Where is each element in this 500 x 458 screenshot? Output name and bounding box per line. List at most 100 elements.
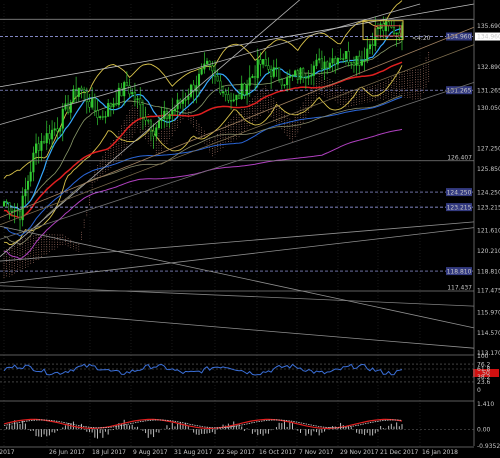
candle-body <box>395 32 398 35</box>
candle-body <box>104 116 107 118</box>
candle-body <box>187 96 190 100</box>
candle-body <box>355 55 358 66</box>
candle-body <box>342 58 345 60</box>
osc1-tick-label: 61.8 <box>477 366 491 373</box>
candle-body <box>240 83 243 99</box>
candle-body <box>366 48 369 61</box>
candle-body <box>272 67 275 77</box>
candle-body <box>2 201 6 207</box>
candle-body <box>32 152 35 173</box>
candle-body <box>288 76 291 78</box>
candle-body <box>144 117 147 121</box>
price-tick-label: 123.215 <box>477 204 500 211</box>
candle-body <box>398 32 401 39</box>
level-line-label: 117.437 <box>447 285 472 292</box>
candle-body <box>219 80 222 94</box>
candle-body <box>131 92 134 95</box>
candle-body <box>352 62 355 66</box>
candle-body <box>294 70 297 76</box>
price-tick-label: 125.850 <box>477 166 500 173</box>
osc1-tick-label: 100 <box>477 353 489 360</box>
date-label: Jun 2017 <box>0 449 15 456</box>
level-line-label: 126.407 <box>447 154 472 161</box>
candle-body <box>328 62 331 69</box>
candle-body <box>208 60 211 66</box>
candle-body <box>157 120 160 128</box>
candle-body <box>29 171 32 182</box>
osc1-tick-label: 0 <box>477 387 481 394</box>
candle-body <box>8 202 11 212</box>
candle-body <box>48 133 51 140</box>
trend-line <box>0 308 475 349</box>
candle-body <box>35 143 38 154</box>
candle-body <box>85 91 88 102</box>
candle-body <box>254 76 257 79</box>
candle-body <box>112 103 115 108</box>
date-label: 18 Jul 2017 <box>92 449 126 456</box>
candle-body <box>171 110 174 115</box>
candle-body <box>45 133 48 144</box>
candle-body <box>286 77 289 86</box>
price-tick-label: 117.475 <box>477 288 500 295</box>
candle-body <box>26 180 30 190</box>
candle-body <box>24 189 27 197</box>
price-tick-label: 121.610 <box>477 228 500 235</box>
candle-body <box>262 59 265 65</box>
date-label: 22 Sep 2017 <box>217 449 255 456</box>
trend-line <box>0 3 475 88</box>
trend-line <box>0 44 475 226</box>
candle-body <box>163 110 166 119</box>
candle-body <box>173 108 176 111</box>
candle-body <box>334 58 337 65</box>
price-label-text: 123.215 <box>447 204 472 211</box>
date-label: 26 Jun 2017 <box>49 449 85 456</box>
candle-body <box>384 21 388 32</box>
highlight-box-inner <box>374 25 402 37</box>
price-tick-label: 132.890 <box>477 64 500 71</box>
date-label: 21 Dec 2017 <box>380 449 419 456</box>
candle-body <box>205 60 209 65</box>
candle-body <box>235 94 238 101</box>
candle-body <box>248 77 251 86</box>
candle-body <box>302 68 305 78</box>
candle-body <box>270 69 273 77</box>
candle-body <box>299 68 302 80</box>
candle-body <box>101 116 104 118</box>
price-tick-label: 120.210 <box>477 248 500 255</box>
candle-body <box>91 97 94 108</box>
candle-body <box>344 51 347 59</box>
candle-body <box>304 77 307 79</box>
candle-body <box>251 76 254 79</box>
price-tick-label: 124.250 <box>477 189 500 196</box>
candle-body <box>53 128 56 131</box>
candle-body <box>139 98 142 105</box>
candle-body <box>267 65 270 70</box>
candle-body <box>318 58 321 61</box>
osc1-tick-label: 23.6 <box>477 379 491 386</box>
candle-body <box>59 128 62 132</box>
candle-body <box>232 99 235 102</box>
candle-body <box>256 59 259 79</box>
candle-body <box>387 21 390 26</box>
price-chart: 126.407 117.437 134.960 131.265 124.250 123.2… <box>0 0 500 456</box>
price-tick-label: 130.050 <box>477 105 500 112</box>
candle-body <box>168 113 171 119</box>
price-tick-label: 118.810 <box>477 268 500 275</box>
date-label: 31 Aug 2017 <box>174 449 213 456</box>
candle-body <box>310 75 313 77</box>
candle-body <box>109 103 112 108</box>
candle-body <box>360 60 363 66</box>
candle-body <box>323 61 326 69</box>
candle-body <box>200 68 203 75</box>
candle-body <box>221 91 225 94</box>
candle-body <box>350 62 353 64</box>
candle-body <box>275 67 278 69</box>
candle-body <box>259 59 262 65</box>
candle-body <box>56 128 59 132</box>
candle-body <box>155 127 158 137</box>
price-tick-label: 131.265 <box>477 87 500 94</box>
candle-body <box>358 55 361 66</box>
candle-body <box>224 91 227 95</box>
price-tick-label: 135.690 <box>477 23 500 30</box>
candle-body <box>227 94 230 101</box>
